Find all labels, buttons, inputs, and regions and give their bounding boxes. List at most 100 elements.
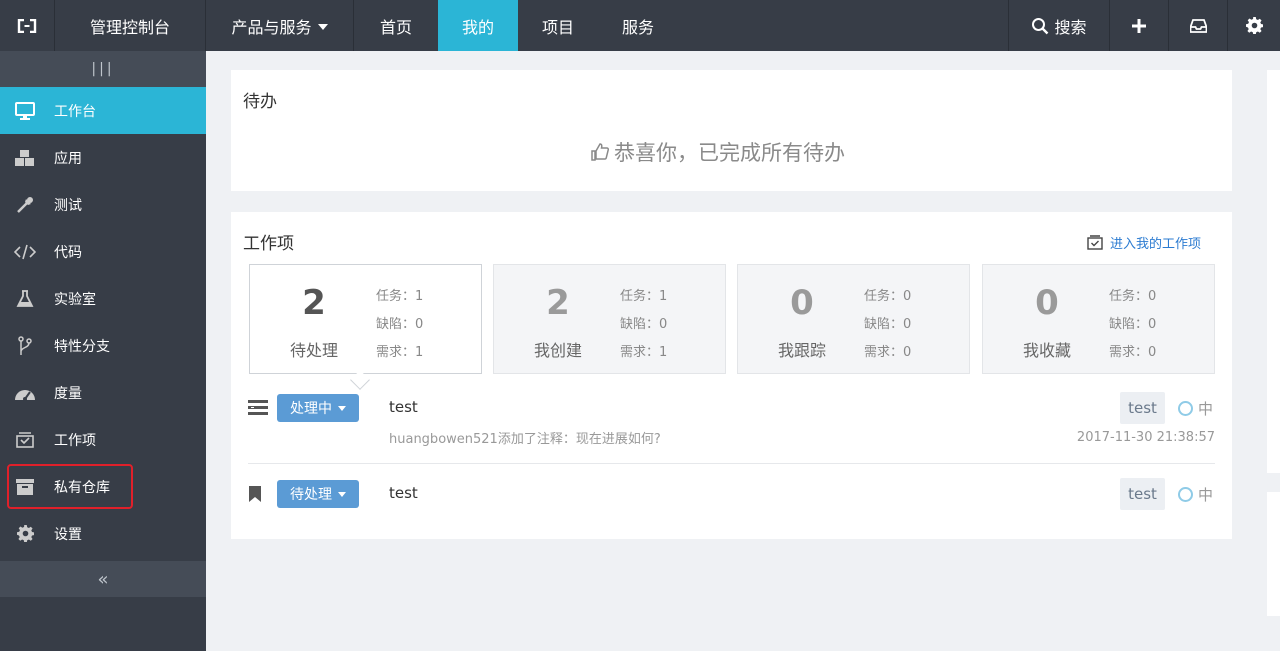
branch-icon xyxy=(14,335,36,357)
card-stat-defect: 缺陷：0 xyxy=(1109,317,1157,332)
add-button[interactable] xyxy=(1110,0,1169,51)
workitem-title[interactable]: test xyxy=(389,484,418,502)
gear-icon xyxy=(1245,17,1263,34)
todo-empty-text: 恭喜你，已完成所有待办 xyxy=(614,141,845,165)
console-title[interactable]: 管理控制台 xyxy=(55,0,206,51)
sidebar: ||| 工作台 应用 测试 代码 实验室 特性分支 度量 工作项 私有仓库 设置… xyxy=(0,51,206,651)
plus-icon xyxy=(1132,18,1146,33)
card-label: 我创建 xyxy=(533,341,582,360)
right-panel-edge xyxy=(1267,70,1280,473)
nav-mine[interactable]: 我的 xyxy=(438,0,518,51)
thumbs-up-icon xyxy=(591,143,610,161)
sidebar-item-workitems[interactable]: 工作项 xyxy=(0,416,206,463)
sidebar-item-label: 测试 xyxy=(54,197,82,214)
sidebar-item-metrics[interactable]: 度量 xyxy=(0,369,206,416)
search-button[interactable]: 搜索 xyxy=(1008,0,1110,51)
sidebar-item-label: 工作台 xyxy=(54,103,96,120)
monitor-icon xyxy=(14,100,36,122)
sidebar-item-apps[interactable]: 应用 xyxy=(0,134,206,181)
card-favorites[interactable]: 0 我收藏 任务：0 缺陷：0 需求：0 xyxy=(982,264,1215,374)
products-services-menu[interactable]: 产品与服务 xyxy=(206,0,354,51)
status-dropdown[interactable]: 待处理 xyxy=(277,480,359,508)
sidebar-item-label: 工作项 xyxy=(54,432,96,449)
card-stat-task: 任务：0 xyxy=(864,289,912,304)
card-pending[interactable]: 2 待处理 任务：1 缺陷：0 需求：1 xyxy=(249,264,482,374)
card-stat-defect: 缺陷：0 xyxy=(864,317,912,332)
card-following[interactable]: 0 我跟踪 任务：0 缺陷：0 需求：0 xyxy=(737,264,970,374)
todo-title: 待办 xyxy=(243,92,277,112)
workitem-comment: huangbowen521添加了注释：现在进展如何? xyxy=(389,432,661,447)
priority-label: 中 xyxy=(1198,400,1214,418)
settings-button[interactable] xyxy=(1228,0,1280,51)
sidebar-item-workbench[interactable]: 工作台 xyxy=(0,87,206,134)
priority-ring-icon xyxy=(1178,401,1193,416)
card-stat-requirement: 需求：0 xyxy=(1109,345,1157,360)
status-dropdown[interactable]: 处理中 xyxy=(277,394,359,422)
enter-my-workitems-link[interactable]: 进入我的工作项 xyxy=(1087,233,1201,252)
table-row[interactable]: 待处理 test test 中 xyxy=(248,478,1215,518)
sidebar-item-label: 设置 xyxy=(54,526,82,543)
flask-icon xyxy=(14,288,36,310)
sidebar-item-label: 实验室 xyxy=(54,291,96,308)
card-created[interactable]: 2 我创建 任务：1 缺陷：0 需求：1 xyxy=(493,264,726,374)
enter-my-workitems-label: 进入我的工作项 xyxy=(1110,237,1202,252)
pipette-icon xyxy=(14,194,36,216)
search-icon xyxy=(1032,17,1049,34)
sidebar-collapse-button[interactable]: « xyxy=(0,561,206,597)
card-count: 0 xyxy=(790,283,814,323)
sidebar-item-label: 应用 xyxy=(54,150,82,167)
sidebar-item-label: 度量 xyxy=(54,385,82,402)
inbox-icon xyxy=(1189,18,1207,33)
card-stat-requirement: 需求：1 xyxy=(620,345,668,360)
right-panel-edge xyxy=(1267,492,1280,616)
chevron-down-icon xyxy=(338,405,346,411)
card-count: 2 xyxy=(546,283,570,323)
sidebar-item-test[interactable]: 测试 xyxy=(0,181,206,228)
search-label: 搜索 xyxy=(1054,17,1087,37)
chevron-down-icon xyxy=(317,23,328,30)
card-label: 我收藏 xyxy=(1022,341,1071,360)
sidebar-item-lab[interactable]: 实验室 xyxy=(0,275,206,322)
top-navbar: 管理控制台 产品与服务 首页 我的 项目 服务 搜索 xyxy=(0,0,1280,51)
card-label: 待处理 xyxy=(289,341,338,360)
card-stat-requirement: 需求：1 xyxy=(376,345,424,360)
table-row[interactable]: 处理中 test huangbowen521添加了注释：现在进展如何? test… xyxy=(248,392,1215,464)
project-tag[interactable]: test xyxy=(1120,478,1165,510)
card-count: 2 xyxy=(302,283,326,323)
card-stat-task: 任务：1 xyxy=(376,289,424,304)
nav-home[interactable]: 首页 xyxy=(354,0,438,51)
gear-icon xyxy=(14,523,36,545)
requirement-icon xyxy=(248,400,268,419)
sidebar-item-settings[interactable]: 设置 xyxy=(0,510,206,557)
project-tag[interactable]: test xyxy=(1120,392,1165,424)
workitems-panel: 工作项 进入我的工作项 2 待处理 任务：1 缺陷：0 需求：1 2 我创建 任… xyxy=(231,212,1232,539)
nav-services[interactable]: 服务 xyxy=(598,0,678,51)
sidebar-grip[interactable]: ||| xyxy=(0,51,206,87)
status-label: 处理中 xyxy=(290,401,332,417)
status-label: 待处理 xyxy=(290,487,332,503)
cubes-icon xyxy=(14,147,36,169)
card-stat-task: 任务：1 xyxy=(620,289,668,304)
priority-label: 中 xyxy=(1198,486,1214,504)
logo-icon[interactable] xyxy=(0,0,55,51)
sidebar-item-label: 特性分支 xyxy=(54,338,110,355)
inbox-button[interactable] xyxy=(1169,0,1228,51)
todo-panel: 待办 恭喜你，已完成所有待办 xyxy=(231,70,1232,191)
card-stat-defect: 缺陷：0 xyxy=(620,317,668,332)
bookmark-icon xyxy=(248,486,262,506)
todo-empty-message: 恭喜你，已完成所有待办 xyxy=(590,137,845,167)
workitem-timestamp: 2017-11-30 21:38:57 xyxy=(1076,430,1215,445)
sidebar-item-feature-branch[interactable]: 特性分支 xyxy=(0,322,206,369)
card-label: 我跟踪 xyxy=(777,341,826,360)
tray-icon xyxy=(1087,235,1103,250)
tray-icon xyxy=(14,429,36,451)
sidebar-item-label: 代码 xyxy=(54,244,82,261)
card-count: 0 xyxy=(1035,283,1059,323)
highlight-box xyxy=(7,464,133,509)
sidebar-item-code[interactable]: 代码 xyxy=(0,228,206,275)
gauge-icon xyxy=(14,382,36,404)
workitem-title[interactable]: test xyxy=(389,398,418,416)
priority-indicator: 中 xyxy=(1178,398,1213,419)
priority-ring-icon xyxy=(1178,487,1193,502)
nav-projects[interactable]: 项目 xyxy=(518,0,598,51)
